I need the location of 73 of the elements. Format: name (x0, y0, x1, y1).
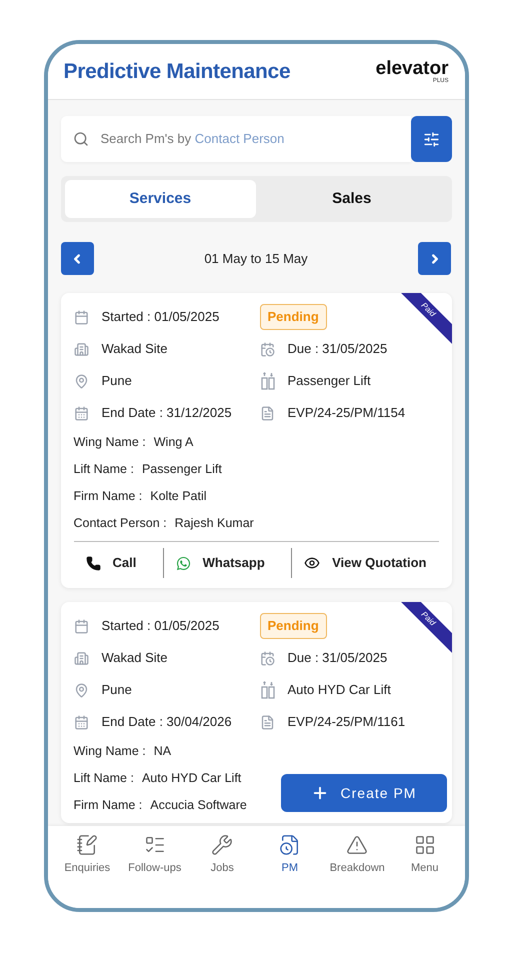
location-icon (74, 374, 89, 388)
search-icon (72, 131, 88, 147)
detail-value: Passenger Lift (142, 461, 222, 478)
detail-label: Lift Name : (74, 770, 134, 788)
tab[interactable]: Services (64, 180, 256, 218)
tab[interactable]: Sales (256, 180, 448, 218)
create-pm-button[interactable]: Create PM (280, 774, 446, 812)
info-text: EVP/24-25/PM/1161 (288, 713, 406, 732)
info-text: Pune (102, 372, 132, 390)
detail-value: Auto HYD Car Lift (142, 770, 242, 788)
status-badge: Pending (260, 304, 327, 330)
date-range: 01 May to 15 May (204, 250, 308, 268)
info-text: Pune (102, 681, 132, 700)
lift-icon (260, 372, 276, 390)
info-text: Passenger Lift (288, 372, 371, 390)
document-icon (260, 714, 275, 730)
status-badge: Pending (260, 613, 327, 639)
previous-button[interactable] (60, 242, 94, 275)
nav-item[interactable]: Follow-ups (121, 834, 188, 876)
page-title: Predictive Maintenance (64, 58, 290, 85)
detail-label: Wing Name : (74, 743, 146, 760)
warning-icon (346, 834, 368, 856)
detail-value: Accucia Software (150, 797, 247, 814)
calendar-icon (74, 618, 89, 634)
info-text: EVP/24-25/PM/1154 (288, 404, 406, 422)
document-icon (260, 406, 275, 420)
search-placeholder: Search Pm's by Contact Person (100, 130, 284, 148)
nav-item[interactable]: Jobs (188, 834, 256, 876)
eye-icon (304, 555, 320, 571)
info-text: End Date : 30/04/2026 (102, 713, 232, 732)
document-clock-icon (278, 834, 301, 856)
info-text: Started : 01/05/2025 (102, 308, 220, 326)
nav-item[interactable]: Breakdown (324, 834, 391, 876)
info-text: End Date : 31/12/2025 (102, 404, 232, 422)
info-text: Auto HYD Car Lift (288, 681, 391, 700)
detail-label: Contact Person : (74, 515, 167, 532)
building-icon (74, 650, 89, 666)
action-button[interactable]: Whatsapp (162, 548, 277, 578)
detail-label: Lift Name : (74, 461, 134, 478)
building-icon (74, 342, 89, 356)
detail-label: Firm Name : (74, 488, 142, 506)
calendar-icon (74, 310, 89, 324)
detail-value: Kolte Patil (150, 488, 207, 506)
whatsapp-icon (176, 556, 191, 570)
nav-item[interactable]: PM (256, 834, 324, 876)
calendar-clock-icon (260, 342, 275, 356)
detail-label: Wing Name : (74, 434, 146, 452)
nav-item[interactable]: Menu (391, 834, 458, 876)
detail-label: Firm Name : (74, 797, 142, 814)
action-button[interactable]: View Quotation (291, 548, 438, 578)
info-text: Started : 01/05/2025 (102, 617, 220, 636)
nav-item[interactable]: Enquiries (54, 834, 121, 876)
notepad-icon (76, 834, 98, 856)
next-button[interactable] (418, 242, 452, 275)
detail-value: Wing A (154, 434, 194, 452)
info-text: Due : 31/05/2025 (288, 340, 388, 358)
calendar-clock-icon (260, 650, 275, 666)
action-button[interactable]: Call (74, 548, 148, 578)
info-text: Wakad Site (102, 649, 168, 668)
calendar-icon (74, 714, 89, 730)
phone-icon (86, 556, 100, 570)
info-text: Wakad Site (102, 340, 168, 358)
detail-value: Rajesh Kumar (174, 515, 254, 532)
location-icon (74, 682, 89, 698)
search-field[interactable]: Search Pm's by Contact Person (60, 116, 410, 162)
filter-icon (422, 130, 440, 148)
lift-icon (260, 681, 276, 699)
grid-icon (414, 834, 436, 856)
info-text: Due : 31/05/2025 (288, 649, 388, 668)
calendar-icon (74, 406, 89, 420)
filter-button[interactable] (410, 116, 452, 162)
wrench-icon (211, 834, 234, 856)
detail-value: NA (154, 743, 172, 760)
